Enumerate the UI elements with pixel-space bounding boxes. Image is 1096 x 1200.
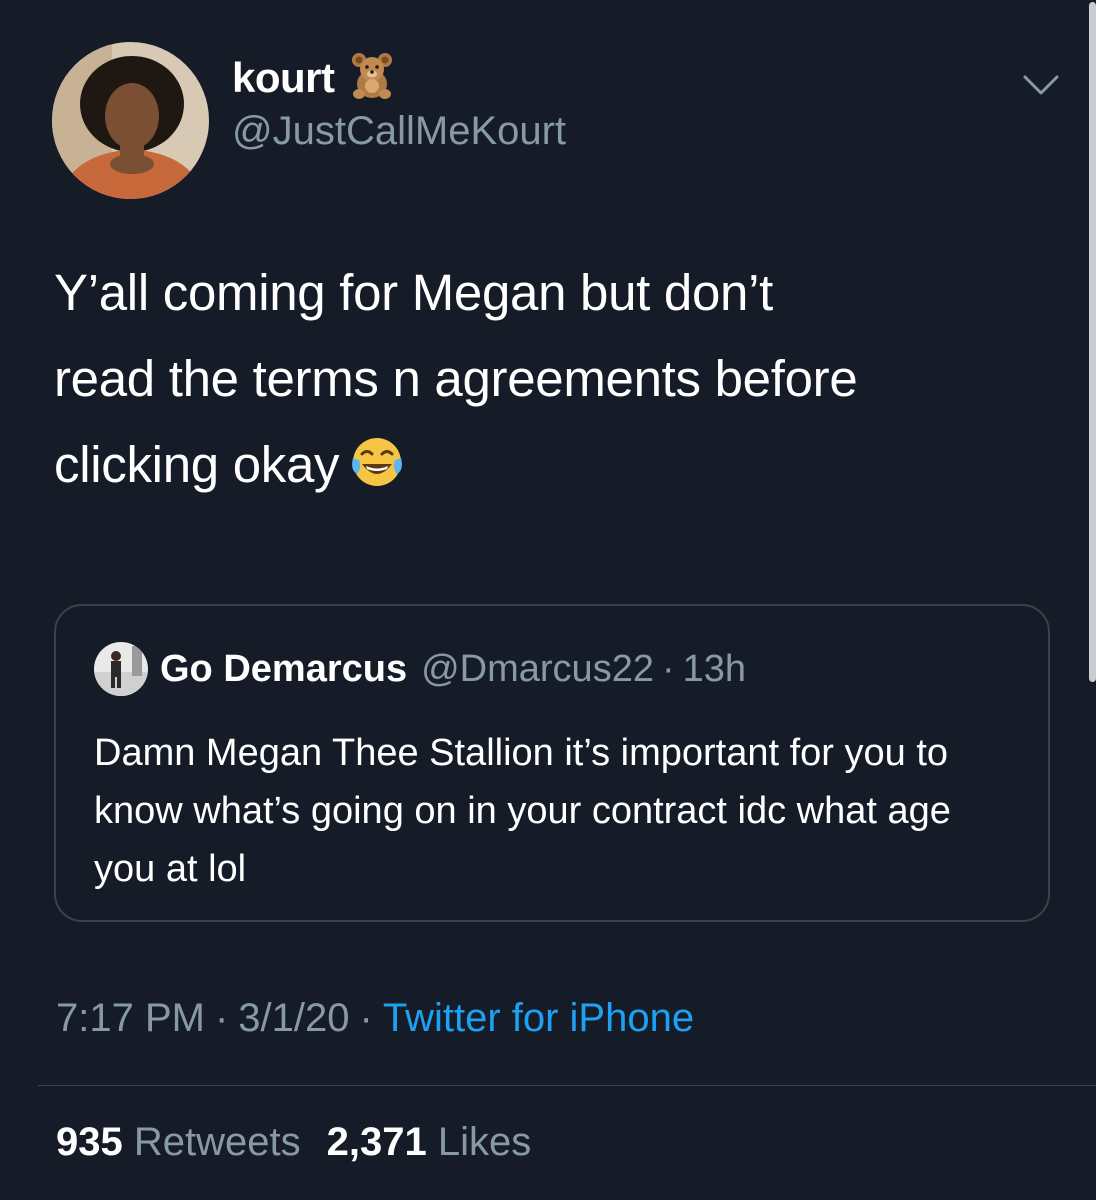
likes-count: 2,371 [326,1120,427,1164]
quoted-tweet-time[interactable]: 13h [683,648,746,691]
tweet-text: Y’all coming for Megan but don’t read th… [54,250,1054,516]
quoted-author-handle[interactable]: @Dmarcus22 [421,648,654,691]
tweet-date: 3/1/20 [238,996,350,1040]
author-avatar[interactable] [52,42,209,199]
likes-label: Likes [437,1120,532,1164]
bear-icon [347,50,397,105]
scrollbar[interactable] [1089,2,1096,682]
retweets-label: Retweets [133,1120,301,1164]
likes-stat[interactable]: 2,371 Likes [327,1120,532,1164]
separator-dot: · [214,996,229,1040]
separator-dot: · [359,996,373,1040]
quoted-tweet-header: Go Demarcus @Dmarcus22 · 13h [94,642,746,696]
quoted-tweet-text: Damn Megan Thee Stallion it’s important … [94,732,951,890]
tweet-text-line-end: clicking okay [54,436,340,493]
retweets-count: 935 [56,1120,123,1164]
tweet-text-line: read the terms n agreements before [54,350,858,407]
tweet-text-line: clicking okay [54,422,1054,516]
chevron-down-icon[interactable] [1022,74,1060,96]
author-name-row: kourt [232,50,397,105]
tweet-text-line: Y’all coming for Megan but don’t [54,264,773,321]
tweet-source-link[interactable]: Twitter for iPhone [383,996,694,1040]
author-display-name[interactable]: kourt [232,53,335,103]
separator-dot: · [661,647,675,690]
tweet-meta: 7:17 PM · 3/1/20 · Twitter for iPhone [56,996,694,1041]
divider [38,1085,1096,1086]
retweets-stat[interactable]: 935 Retweets [56,1120,301,1164]
quoted-tweet-card[interactable]: Go Demarcus @Dmarcus22 · 13h Damn Megan … [54,604,1050,922]
tears-of-joy-icon [349,430,405,516]
author-handle[interactable]: @JustCallMeKourt [232,106,566,156]
quoted-author-name[interactable]: Go Demarcus [160,648,407,691]
tweet-detail-page: kourt @JustCallMeKourt Y’all coming for … [0,0,1096,1200]
tweet-stats: 935 Retweets 2,371 Likes [56,1120,531,1165]
quoted-author-avatar[interactable] [94,642,148,696]
tweet-time: 7:17 PM [56,996,205,1040]
